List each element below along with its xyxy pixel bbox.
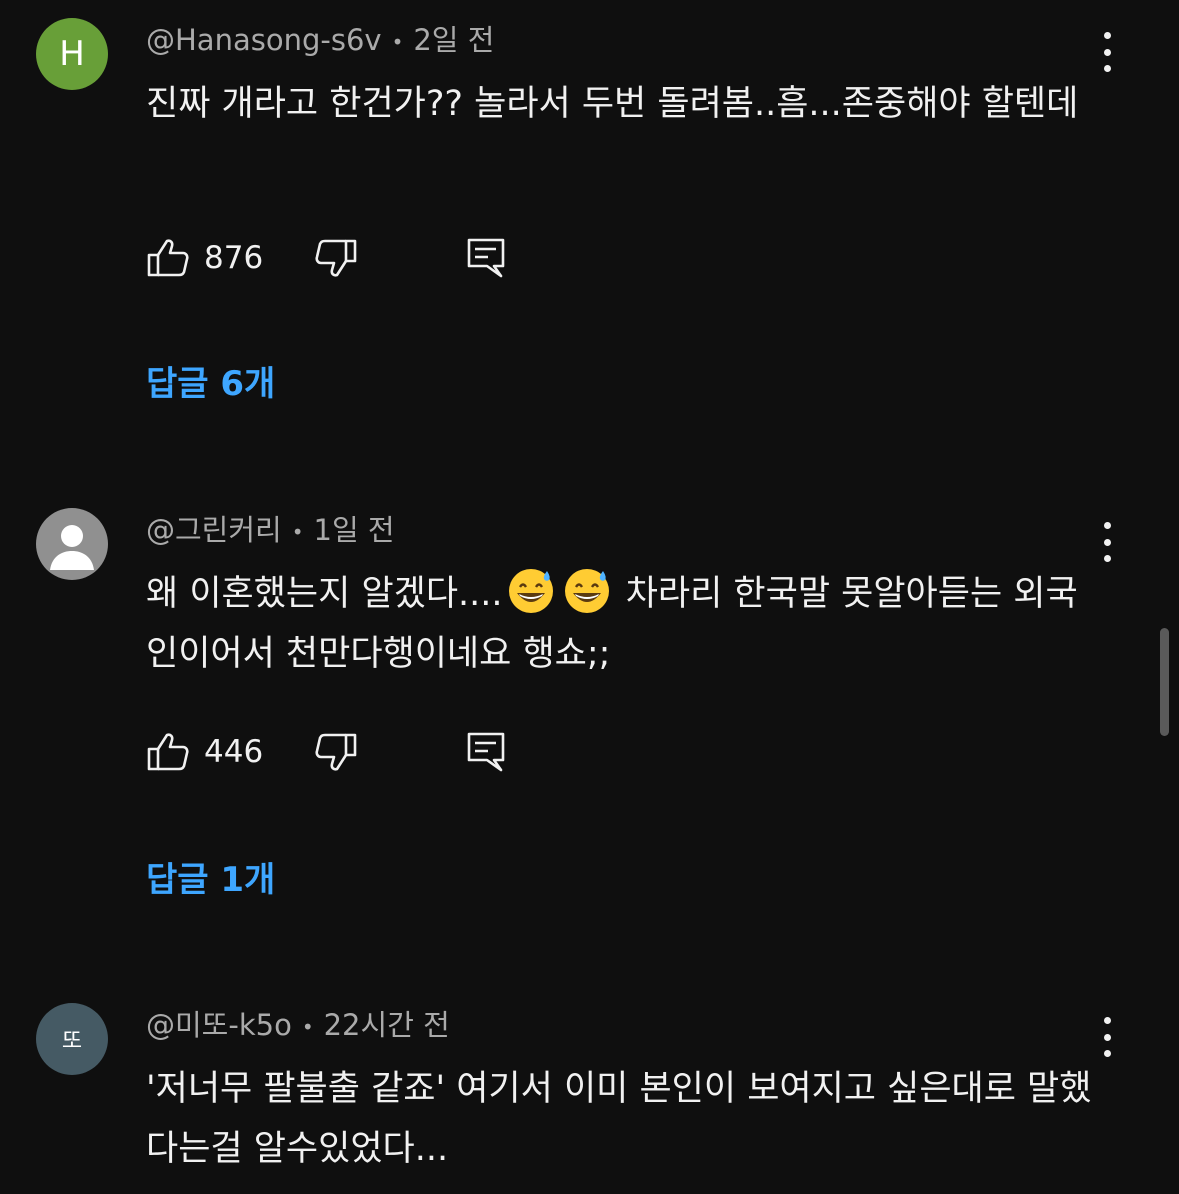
separator-dot: • [291, 520, 304, 544]
reply-icon[interactable] [464, 236, 508, 280]
comment-time[interactable]: 2일 전 [413, 23, 494, 57]
comment-actions: 876 [146, 236, 546, 280]
view-replies-button[interactable]: 답글 6개 [146, 362, 275, 406]
avatar-letter: H [59, 34, 85, 74]
comment-author[interactable]: @그린커리 [146, 513, 282, 547]
comment-text-part: 왜 이혼했는지 알겠다.... [146, 574, 503, 614]
reply-icon[interactable] [464, 730, 508, 774]
more-vert-icon[interactable] [1094, 522, 1120, 562]
avatar[interactable]: H [36, 18, 108, 90]
thumbs-up-icon[interactable] [146, 730, 190, 774]
comment-author[interactable]: @미또-k5o [146, 1008, 292, 1042]
grinning-sweat-emoji [564, 569, 609, 613]
default-avatar-icon [50, 525, 94, 570]
grinning-sweat-emoji [508, 569, 553, 613]
scrollbar-thumb[interactable] [1160, 628, 1169, 736]
thumbs-up-icon[interactable] [146, 236, 190, 280]
thumbs-down-icon[interactable] [314, 730, 358, 774]
comment-time[interactable]: 1일 전 [314, 513, 395, 547]
like-count: 446 [204, 734, 264, 770]
comment-text: 진짜 개라고 한건가?? 놀라서 두번 돌려봄..흠...존중해야 할텐데 [146, 84, 1079, 124]
comment-author[interactable]: @Hanasong-s6v [146, 23, 382, 57]
separator-dot: • [301, 1015, 314, 1039]
comment-meta: @그린커리 • 1일 전 [146, 510, 395, 552]
avatar[interactable] [36, 508, 108, 580]
like-count: 876 [204, 240, 264, 276]
comment-actions: 446 [146, 730, 546, 774]
more-vert-icon[interactable] [1094, 32, 1120, 72]
view-replies-button[interactable]: 답글 1개 [146, 858, 275, 902]
comment-time[interactable]: 22시간 전 [324, 1008, 450, 1042]
comment-meta: @미또-k5o • 22시간 전 [146, 1005, 450, 1047]
comment-meta: @Hanasong-s6v • 2일 전 [146, 20, 494, 62]
comment-text: 왜 이혼했는지 알겠다.... 차라리 한국말 못알아듣는 외국인이어서 천만다… [146, 564, 1106, 684]
comment-text: '저너무 팔불출 같죠' 여기서 이미 본인이 보여지고 싶은대로 말했다는걸 … [146, 1069, 1092, 1169]
more-vert-icon[interactable] [1094, 1017, 1120, 1057]
avatar[interactable]: 또 [36, 1003, 108, 1075]
avatar-letter: 또 [61, 1029, 83, 1054]
separator-dot: • [391, 30, 404, 54]
thumbs-down-icon[interactable] [314, 236, 358, 280]
